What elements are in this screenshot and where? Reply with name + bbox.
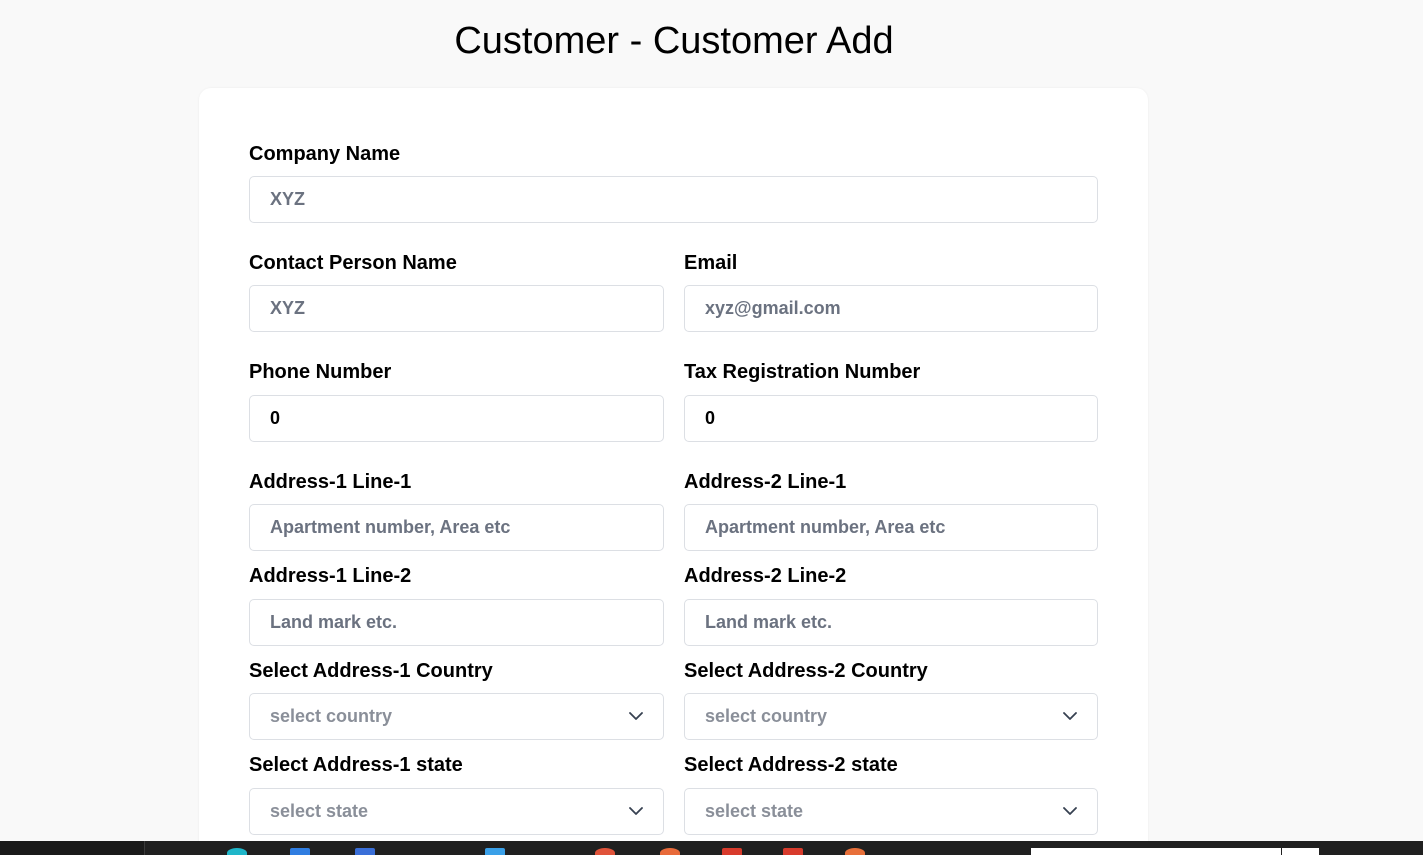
customer-add-form: Company Name Contact Person Name Email P… xyxy=(199,88,1148,855)
phone-number-label: Phone Number xyxy=(249,361,392,383)
taskbar-search-button[interactable] xyxy=(1282,848,1319,855)
app-icon[interactable] xyxy=(290,848,310,855)
tax-registration-number-field: Tax Registration Number xyxy=(684,361,1098,442)
address1-state-label: Select Address-1 state xyxy=(249,754,463,776)
address1-line2-field: Address-1 Line-2 xyxy=(249,565,664,646)
app-icon[interactable] xyxy=(722,848,742,855)
address2-line2-input[interactable] xyxy=(684,599,1098,646)
app-icon[interactable] xyxy=(845,848,865,855)
email-label: Email xyxy=(684,252,738,274)
taskbar xyxy=(0,841,1423,855)
app-icon[interactable] xyxy=(355,848,375,855)
address2-state-field: Select Address-2 state select state xyxy=(684,754,1098,835)
address2-line1-input[interactable] xyxy=(684,504,1098,551)
address1-country-field: Select Address-1 Country select country xyxy=(249,660,664,740)
address2-line2-field: Address-2 Line-2 xyxy=(684,565,1098,646)
address2-line1-field: Address-2 Line-1 xyxy=(684,471,1098,551)
contact-person-name-label: Contact Person Name xyxy=(249,252,457,274)
browser-icon[interactable] xyxy=(660,848,680,855)
phone-number-field: Phone Number xyxy=(249,361,664,442)
chevron-down-icon xyxy=(1063,710,1077,724)
taskbar-search-box[interactable] xyxy=(1031,848,1281,855)
tax-registration-number-input[interactable] xyxy=(684,395,1098,442)
address2-state-selected: select state xyxy=(705,801,804,821)
address2-state-label: Select Address-2 state xyxy=(684,754,898,776)
address1-line1-label: Address-1 Line-1 xyxy=(249,471,412,493)
app-icon[interactable] xyxy=(485,848,505,855)
chevron-down-icon xyxy=(629,805,643,819)
page: Customer - Customer Add Company Name Con… xyxy=(0,0,1423,855)
address1-line1-input[interactable] xyxy=(249,504,664,551)
phone-number-input[interactable] xyxy=(249,395,664,442)
page-title: Customer - Customer Add xyxy=(454,20,894,62)
address1-state-field: Select Address-1 state select state xyxy=(249,754,664,835)
email-input[interactable] xyxy=(684,285,1098,332)
app-icon[interactable] xyxy=(783,848,803,855)
address1-line2-input[interactable] xyxy=(249,599,664,646)
address2-state-select[interactable]: select state xyxy=(684,788,1098,835)
address1-line1-field: Address-1 Line-1 xyxy=(249,471,664,551)
tax-registration-number-label: Tax Registration Number xyxy=(684,361,921,383)
address1-country-select[interactable]: select country xyxy=(249,693,664,740)
contact-person-name-field: Contact Person Name xyxy=(249,252,664,332)
chevron-down-icon xyxy=(629,710,643,724)
address2-line1-label: Address-2 Line-1 xyxy=(684,471,847,493)
app-icon[interactable] xyxy=(227,848,247,855)
taskbar-start-area[interactable] xyxy=(0,841,145,855)
contact-person-name-input[interactable] xyxy=(249,285,664,332)
company-name-label: Company Name xyxy=(249,143,401,165)
address2-country-field: Select Address-2 Country select country xyxy=(684,660,1098,740)
browser-icon[interactable] xyxy=(595,848,615,855)
address1-country-selected: select country xyxy=(270,706,393,726)
address1-state-select[interactable]: select state xyxy=(249,788,664,835)
company-name-field: Company Name xyxy=(249,143,1098,223)
address1-country-label: Select Address-1 Country xyxy=(249,660,493,682)
email-field: Email xyxy=(684,252,1098,332)
chevron-down-icon xyxy=(1063,805,1077,819)
address1-line2-label: Address-1 Line-2 xyxy=(249,565,412,587)
company-name-input[interactable] xyxy=(249,176,1098,223)
address2-country-label: Select Address-2 Country xyxy=(684,660,928,682)
address2-line2-label: Address-2 Line-2 xyxy=(684,565,847,587)
address2-country-selected: select country xyxy=(705,706,828,726)
address2-country-select[interactable]: select country xyxy=(684,693,1098,740)
address1-state-selected: select state xyxy=(270,801,369,821)
